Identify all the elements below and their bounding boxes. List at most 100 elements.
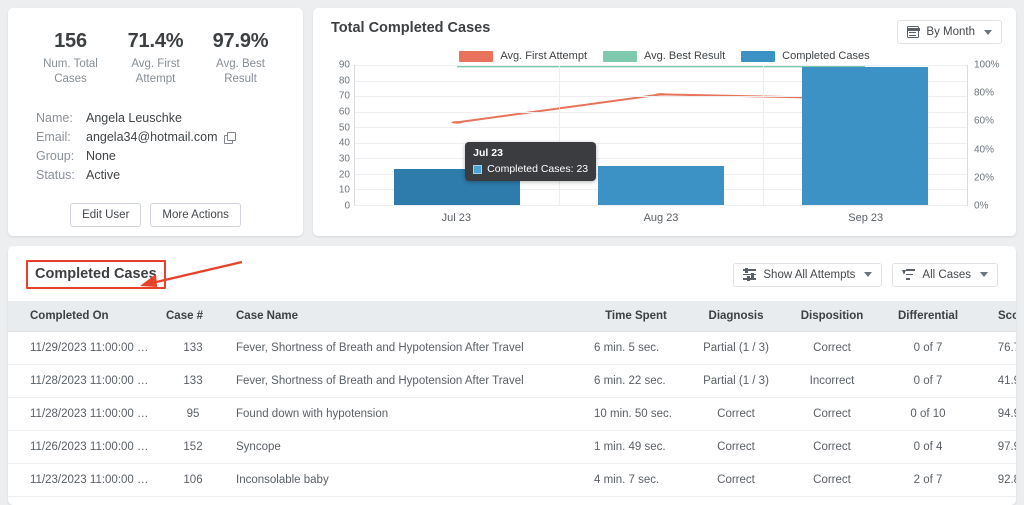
- y-tick-label: 50: [338, 122, 350, 134]
- legend-swatch: [603, 50, 638, 62]
- cell-case-number: 95: [160, 397, 226, 431]
- calendar-icon: [907, 26, 920, 38]
- chart-plot-area: 0 10 20 30 40 50 60 70 80 90 Jul 23 Completed Cas…: [327, 60, 1002, 212]
- table-title-annotation: Completed Cases: [26, 260, 166, 289]
- cell-diagnosis: Correct: [688, 397, 784, 431]
- table-header: Completed On Case # Case Name Time Spent…: [8, 301, 1016, 332]
- legend-swatch: [741, 50, 776, 62]
- cell-diagnosis: Correct: [688, 463, 784, 497]
- column-header-disposition[interactable]: Disposition: [784, 301, 880, 332]
- cell-case-number: 133: [160, 364, 226, 398]
- cell-disposition: Correct: [784, 496, 880, 505]
- legend-label: Avg. Best Result: [644, 50, 726, 62]
- cell-score: 93.9%: [976, 496, 1016, 505]
- cell-case-name: Fever, Shortness of Breath and Hypotensi…: [226, 364, 584, 398]
- chart-bar[interactable]: [801, 66, 929, 205]
- stat-avg-first-attempt: 71.4% Avg. First Attempt: [113, 30, 197, 87]
- y2-tick-label: 60%: [974, 115, 995, 127]
- show-all-attempts-dropdown[interactable]: Show All Attempts: [733, 262, 883, 287]
- cell-score: 94.9%: [976, 397, 1016, 431]
- table-row[interactable]: 11/29/2023 11:00:00 PM 133 Fever, Shortnes…: [8, 331, 1016, 365]
- more-actions-button[interactable]: More Actions: [150, 203, 241, 227]
- top-row: 156 Num. Total Cases 71.4% Avg. First At…: [8, 8, 1016, 236]
- cell-time-spent: 1 min. 49 sec.: [584, 430, 688, 464]
- detail-value: angela34@hotmail.com: [86, 128, 236, 147]
- cell-differential: 0 of 7: [880, 364, 976, 398]
- completed-cases-table-card: Completed Cases Show All Attempts All Ca…: [8, 246, 1016, 505]
- y2-tick-label: 100%: [974, 59, 1000, 71]
- plot-canvas[interactable]: Jul 23 Completed Cases: 23: [354, 65, 968, 206]
- gridline-vertical: [763, 65, 764, 205]
- stat-label: Avg. First Attempt: [131, 58, 180, 85]
- cell-differential: 0 of 7: [880, 331, 976, 365]
- cell-disposition: Incorrect: [784, 364, 880, 398]
- cell-differential: 0 of 5: [880, 496, 976, 505]
- column-header-case-number[interactable]: Case #: [160, 301, 226, 332]
- all-cases-dropdown[interactable]: All Cases: [892, 262, 998, 287]
- cell-disposition: Correct: [784, 331, 880, 365]
- table-filters: Show All Attempts All Cases: [733, 262, 998, 287]
- copy-icon[interactable]: [223, 132, 236, 144]
- x-tick-label: Jul 23: [441, 212, 472, 224]
- chevron-down-icon: [984, 29, 992, 35]
- detail-status: Status: Active: [36, 166, 285, 185]
- column-header-score[interactable]: Score: [976, 301, 1016, 332]
- cell-time-spent: 1 min. 0 sec.: [584, 496, 688, 505]
- legend-item-completed-cases[interactable]: Completed Cases: [741, 50, 870, 62]
- table-row[interactable]: 11/15/2023 11:00:00 PM143Left-side chest…: [8, 496, 1016, 505]
- y-tick-label: 70: [338, 90, 350, 102]
- stat-value: 71.4%: [127, 30, 184, 52]
- y-tick-label: 10: [338, 184, 350, 196]
- y2-tick-label: 0%: [974, 200, 989, 212]
- column-header-case-name[interactable]: Case Name: [226, 301, 584, 332]
- cell-completed-on: 11/28/2023 11:00:00 PM: [8, 397, 160, 431]
- chart-tooltip: Jul 23 Completed Cases: 23: [465, 142, 597, 181]
- stat-label: Num. Total Cases: [43, 58, 98, 85]
- gridline-vertical: [559, 65, 560, 205]
- column-header-completed-on[interactable]: Completed On: [8, 301, 160, 332]
- y-tick-label: 20: [338, 169, 350, 181]
- tooltip-series-marker: [473, 164, 483, 174]
- cell-case-number: 143: [160, 496, 226, 505]
- cell-diagnosis: Partial (1 / 3): [688, 331, 784, 365]
- dashboard-page: 156 Num. Total Cases 71.4% Avg. First At…: [0, 0, 1024, 505]
- cell-completed-on: 11/23/2023 11:00:00 PM: [8, 463, 160, 497]
- detail-email: Email: angela34@hotmail.com: [36, 128, 285, 147]
- y2-tick-label: 20%: [974, 172, 995, 184]
- completed-cases-table: Completed On Case # Case Name Time Spent…: [8, 301, 1016, 505]
- y-axis-right: 0% 20% 40% 60% 80% 100%: [968, 60, 1002, 212]
- tooltip-title: Jul 23: [473, 147, 503, 159]
- cell-case-name: Syncope: [226, 430, 584, 464]
- detail-label: Group:: [36, 149, 75, 163]
- legend-item-best-result[interactable]: Avg. Best Result: [603, 50, 725, 62]
- chart-title: Total Completed Cases: [331, 20, 491, 36]
- cell-time-spent: 10 min. 50 sec.: [584, 397, 688, 431]
- detail-label: Email:: [36, 130, 71, 144]
- cell-case-number: 133: [160, 331, 226, 365]
- column-header-time-spent[interactable]: Time Spent: [584, 301, 688, 332]
- chart-bar[interactable]: [597, 166, 725, 205]
- show-all-attempts-label: Show All Attempts: [763, 268, 856, 281]
- table-row[interactable]: 11/28/2023 11:00:00 PM 133 Fever, Shortnes…: [8, 364, 1016, 398]
- legend-item-first-attempt[interactable]: Avg. First Attempt: [459, 50, 587, 62]
- table-body: 11/29/2023 11:00:00 PM 133 Fever, Shortnes…: [8, 331, 1016, 505]
- chart-range-dropdown[interactable]: By Month: [897, 20, 1002, 44]
- cell-diagnosis: Correct: [688, 430, 784, 464]
- edit-user-button[interactable]: Edit User: [70, 203, 142, 227]
- line-data-point[interactable]: [451, 121, 463, 124]
- cell-case-name: Found down with hypotension: [226, 397, 584, 431]
- detail-value: Active: [86, 168, 121, 182]
- cell-time-spent: 6 min. 5 sec.: [584, 331, 688, 365]
- cell-diagnosis: Partial (1 / 3): [688, 364, 784, 398]
- tooltip-series-value: Completed Cases: 23: [487, 163, 589, 175]
- cell-completed-on: 11/28/2023 11:00:00 PM: [8, 364, 160, 398]
- y-tick-label: 0: [344, 200, 350, 212]
- x-axis-labels: Jul 23 Aug 23 Sep 23: [327, 206, 1002, 228]
- detail-value: None: [86, 149, 116, 163]
- table-row[interactable]: 11/28/2023 11:00:00 PM 95 Found down with …: [8, 397, 1016, 431]
- table-row[interactable]: 11/23/2023 11:00:00 PM 106 Inconsolable ba…: [8, 463, 1016, 497]
- chart-header: Total Completed Cases By Month: [327, 20, 1002, 44]
- column-header-differential[interactable]: Differential: [880, 301, 976, 332]
- table-row[interactable]: 11/26/2023 11:00:00 PM 152 Syncope 1 min. 4…: [8, 430, 1016, 464]
- column-header-diagnosis[interactable]: Diagnosis: [688, 301, 784, 332]
